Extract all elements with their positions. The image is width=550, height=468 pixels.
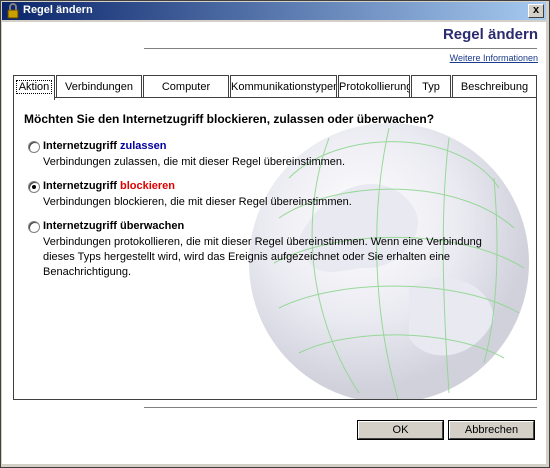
tab-typ[interactable]: Typ: [411, 75, 451, 98]
more-info-link[interactable]: Weitere Informationen: [450, 53, 538, 63]
page-title: Regel ändern: [442, 26, 538, 43]
tab-beschreibung[interactable]: Beschreibung: [452, 75, 537, 98]
option-monitor-description: Verbindungen protokollieren, die mit die…: [43, 236, 482, 278]
option-block-label: Internetzugriff blockieren: [43, 180, 176, 192]
window-title: Regel ändern: [23, 4, 93, 16]
tab-aktion[interactable]: Aktion: [13, 75, 55, 100]
radio-block[interactable]: [28, 181, 40, 193]
tab-panel-aktion: Möchten Sie den Internetzugriff blockier…: [13, 97, 537, 400]
question-heading: Möchten Sie den Internetzugriff blockier…: [24, 112, 435, 126]
tab-computer[interactable]: Computer: [143, 75, 229, 98]
cancel-button[interactable]: Abbrechen: [449, 421, 534, 439]
tab-verbindungen[interactable]: Verbindungen: [56, 75, 142, 98]
tab-kommunikationstypen[interactable]: Kommunikationstypen: [230, 75, 337, 98]
lock-icon: [7, 3, 19, 19]
header-divider: [144, 48, 537, 50]
option-allow-description: Verbindungen zulassen, die mit dieser Re…: [43, 156, 346, 168]
radio-allow[interactable]: [28, 141, 40, 153]
option-block-description: Verbindungen blockieren, die mit dieser …: [43, 196, 352, 208]
option-allow-label: Internetzugriff zulassen: [43, 140, 167, 152]
tab-protokollierung[interactable]: Protokollierung: [338, 75, 410, 98]
ok-button[interactable]: OK: [358, 421, 443, 439]
close-button[interactable]: x: [528, 4, 544, 18]
title-bar[interactable]: Regel ändern x: [2, 2, 546, 20]
radio-monitor[interactable]: [28, 221, 40, 233]
footer-divider: [144, 407, 537, 409]
option-monitor-label: Internetzugriff überwachen: [43, 220, 185, 232]
